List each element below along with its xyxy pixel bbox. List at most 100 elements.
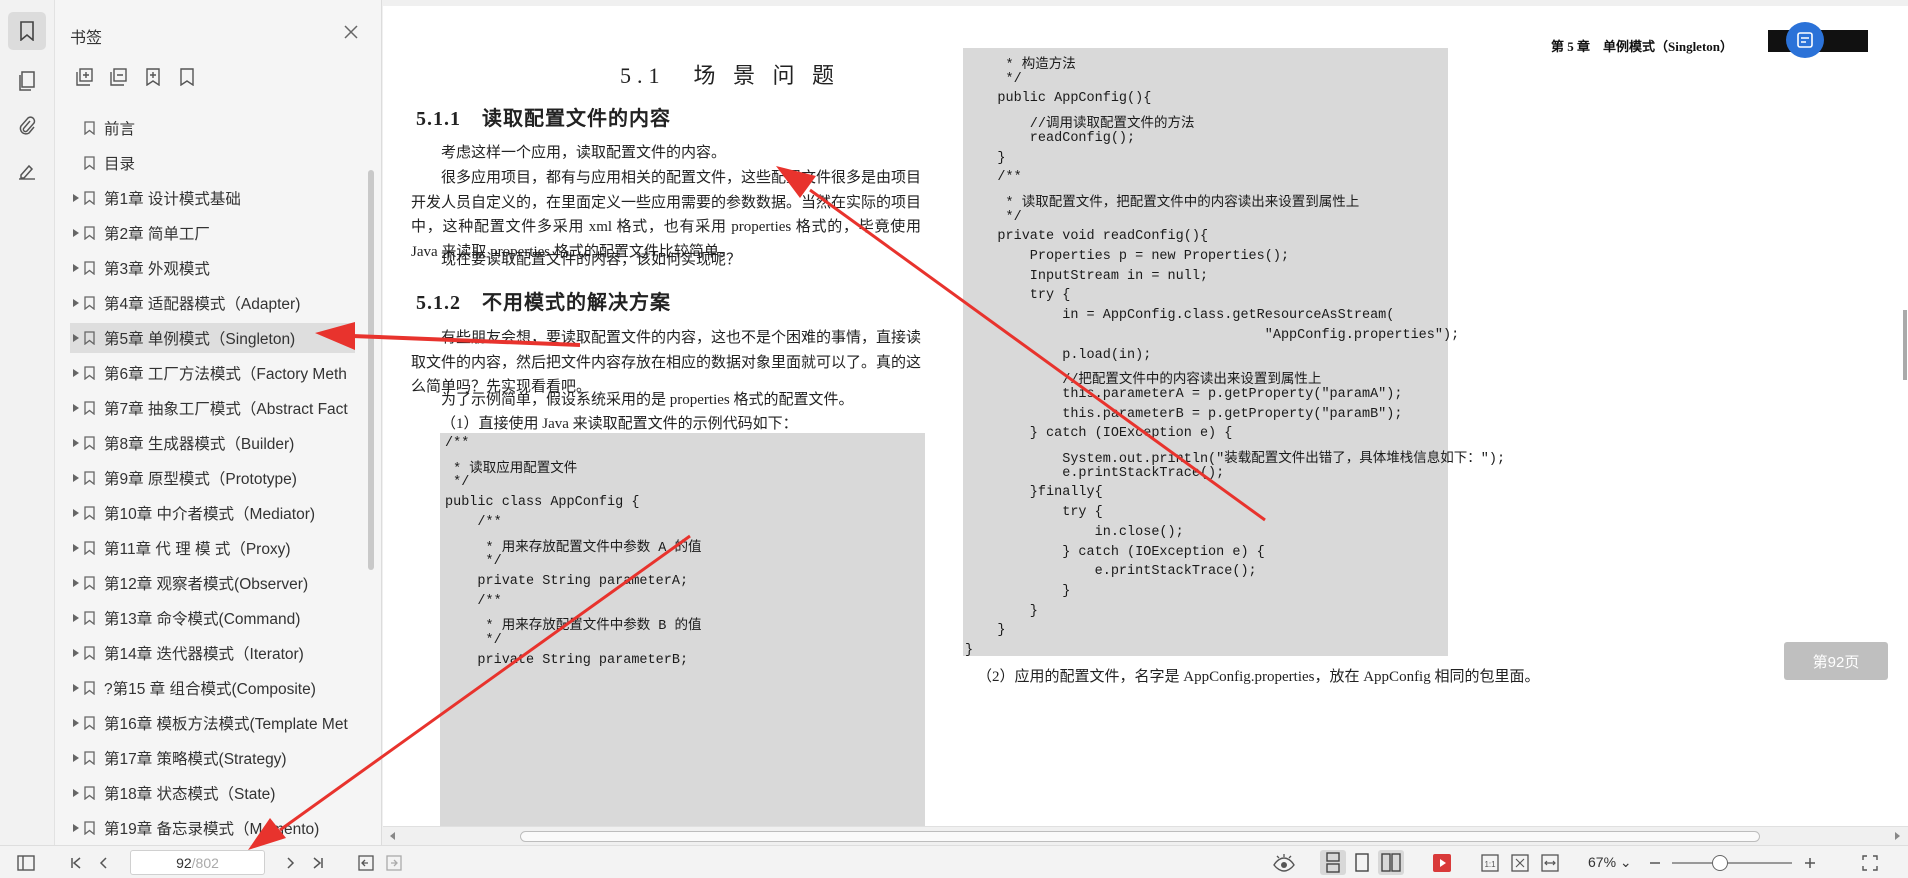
expand-arrow-icon[interactable] [70, 262, 82, 274]
page-view-badge[interactable] [1786, 22, 1824, 58]
expand-arrow-icon[interactable] [70, 507, 82, 519]
bookmark-item[interactable]: 第1章 设计模式基础 [55, 180, 360, 215]
horizontal-scrollbar[interactable] [383, 826, 1908, 845]
expand-arrow-icon[interactable] [70, 577, 82, 589]
expand-arrow-icon[interactable] [70, 787, 82, 799]
bookmark-item-row[interactable]: 第18章 状态模式（State) [70, 778, 355, 808]
bookmark-item-row[interactable]: 第5章 单例模式（Singleton) [70, 322, 355, 353]
expand-arrow-icon[interactable] [70, 612, 82, 624]
bookmark-item[interactable]: 第18章 状态模式（State) [55, 775, 360, 810]
add-bookmark-button[interactable] [143, 66, 163, 88]
scroll-left-icon[interactable] [387, 830, 399, 842]
bookmark-item[interactable]: 第5章 单例模式（Singleton) [55, 320, 360, 355]
bookmark-item-row[interactable]: 第8章 生成器模式（Builder) [70, 428, 355, 458]
bookmark-item[interactable]: 第14章 迭代器模式（Iterator) [55, 635, 360, 670]
next-page-button[interactable] [280, 852, 300, 874]
horizontal-scroll-thumb[interactable] [520, 831, 1760, 842]
last-page-button[interactable] [308, 852, 328, 874]
zoom-out-button[interactable] [1645, 852, 1665, 874]
bookmark-item-row[interactable]: 第10章 中介者模式（Mediator) [70, 498, 355, 528]
signature-panel-button[interactable] [8, 152, 46, 190]
bookmark-item-row[interactable]: 第1章 设计模式基础 [70, 183, 355, 213]
slideshow-button[interactable] [1430, 852, 1454, 874]
expand-arrow-icon[interactable] [70, 472, 82, 484]
fullscreen-button[interactable] [1860, 852, 1880, 874]
single-page-button[interactable] [1349, 850, 1375, 875]
expand-all-button[interactable] [75, 66, 95, 88]
bookmark-item-row[interactable]: 第19章 备忘录模式（Memento) [70, 813, 355, 843]
panel-scrollbar[interactable] [368, 170, 374, 570]
fit-page-button[interactable] [1508, 852, 1532, 874]
close-panel-button[interactable] [343, 24, 363, 44]
bookmark-item[interactable]: 第8章 生成器模式（Builder) [55, 425, 360, 460]
previous-page-button[interactable] [94, 852, 114, 874]
toggle-sidebar-button[interactable] [14, 852, 38, 874]
actual-size-button[interactable]: 1:1 [1478, 852, 1502, 874]
bookmark-item-row[interactable]: 第6章 工厂方法模式（Factory Meth [70, 358, 355, 388]
bookmark-item-row[interactable]: 第2章 简单工厂 [70, 218, 355, 248]
expand-arrow-icon[interactable] [70, 402, 82, 414]
expand-arrow-icon[interactable] [70, 227, 82, 239]
bookmark-item[interactable]: 第3章 外观模式 [55, 250, 360, 285]
document-view[interactable]: 5.1 场 景 问 题 5.1.1 读取配置文件的内容 考虑这样一个应用，读取配… [383, 6, 1908, 826]
zoom-in-button[interactable] [1800, 852, 1820, 874]
bookmark-item[interactable]: ?第15 章 组合模式(Composite) [55, 670, 360, 705]
bookmark-options-button[interactable] [177, 66, 197, 88]
expand-arrow-icon[interactable] [70, 647, 82, 659]
bookmark-item-row[interactable]: 第17章 策略模式(Strategy) [70, 743, 355, 773]
expand-arrow-icon[interactable] [70, 542, 82, 554]
bookmark-item[interactable]: 前言 [55, 110, 360, 145]
expand-arrow-icon[interactable] [70, 367, 82, 379]
bookmark-item-row[interactable]: 第7章 抽象工厂模式（Abstract Fact [70, 393, 355, 423]
bookmark-item-row[interactable]: 第14章 迭代器模式（Iterator) [70, 638, 355, 668]
bookmark-item[interactable]: 第7章 抽象工厂模式（Abstract Fact [55, 390, 360, 425]
bookmark-item[interactable]: 第12章 观察者模式(Observer) [55, 565, 360, 600]
two-page-button[interactable] [1378, 850, 1404, 875]
bookmark-item[interactable]: 第4章 适配器模式（Adapter) [55, 285, 360, 320]
collapse-all-button[interactable] [109, 66, 129, 88]
expand-arrow-icon[interactable] [70, 682, 82, 694]
bookmark-item-row[interactable]: 第9章 原型模式（Prototype) [70, 463, 355, 493]
expand-arrow-icon[interactable] [70, 717, 82, 729]
expand-arrow-icon[interactable] [70, 822, 82, 834]
zoom-percentage[interactable]: 67% ⌄ [1588, 854, 1632, 871]
bookmark-item-row[interactable]: 第11章 代 理 模 式（Proxy) [70, 533, 355, 563]
bookmark-item[interactable]: 第16章 模板方法模式(Template Met [55, 705, 360, 740]
expand-arrow-icon[interactable] [70, 752, 82, 764]
zoom-slider[interactable] [1672, 862, 1792, 864]
expand-arrow-icon[interactable] [70, 297, 82, 309]
go-back-button[interactable] [355, 852, 377, 874]
vertical-scroll-marker[interactable] [1903, 310, 1907, 380]
bookmark-item-row[interactable]: 第13章 命令模式(Command) [70, 603, 355, 633]
bookmark-item-row[interactable]: 第4章 适配器模式（Adapter) [70, 288, 355, 318]
expand-arrow-icon[interactable] [70, 437, 82, 449]
bookmark-item-row[interactable]: ?第15 章 组合模式(Composite) [70, 673, 355, 703]
bookmark-item-row[interactable]: 目录 [84, 148, 355, 178]
bookmark-item-row[interactable]: 前言 [84, 113, 355, 143]
bookmark-item[interactable]: 第11章 代 理 模 式（Proxy) [55, 530, 360, 565]
continuous-view-button[interactable] [1320, 850, 1346, 875]
bookmark-item-row[interactable]: 第12章 观察者模式(Observer) [70, 568, 355, 598]
bookmark-item[interactable]: 第19章 备忘录模式（Memento) [55, 810, 360, 845]
bookmark-item[interactable]: 第13章 命令模式(Command) [55, 600, 360, 635]
eye-protection-button[interactable] [1270, 852, 1298, 874]
go-forward-button[interactable] [383, 852, 405, 874]
expand-arrow-icon[interactable] [70, 192, 82, 204]
bookmark-item[interactable]: 第2章 简单工厂 [55, 215, 360, 250]
bookmark-item-row[interactable]: 第3章 外观模式 [70, 253, 355, 283]
bookmark-panel-button[interactable] [8, 12, 46, 50]
zoom-slider-handle[interactable] [1712, 855, 1728, 871]
bookmark-item[interactable]: 第6章 工厂方法模式（Factory Meth [55, 355, 360, 390]
first-page-button[interactable] [66, 852, 86, 874]
page-number-input[interactable]: 92/802 [130, 850, 265, 875]
bookmark-item[interactable]: 第17章 策略模式(Strategy) [55, 740, 360, 775]
bookmark-item[interactable]: 第9章 原型模式（Prototype) [55, 460, 360, 495]
bookmark-item[interactable]: 目录 [55, 145, 360, 180]
attachment-panel-button[interactable] [8, 107, 46, 145]
expand-arrow-icon[interactable] [70, 332, 82, 344]
scroll-right-icon[interactable] [1891, 830, 1903, 842]
thumbnail-panel-button[interactable] [8, 62, 46, 100]
bookmark-item-row[interactable]: 第16章 模板方法模式(Template Met [70, 708, 355, 738]
bookmark-item[interactable]: 第10章 中介者模式（Mediator) [55, 495, 360, 530]
fit-width-button[interactable] [1538, 852, 1562, 874]
